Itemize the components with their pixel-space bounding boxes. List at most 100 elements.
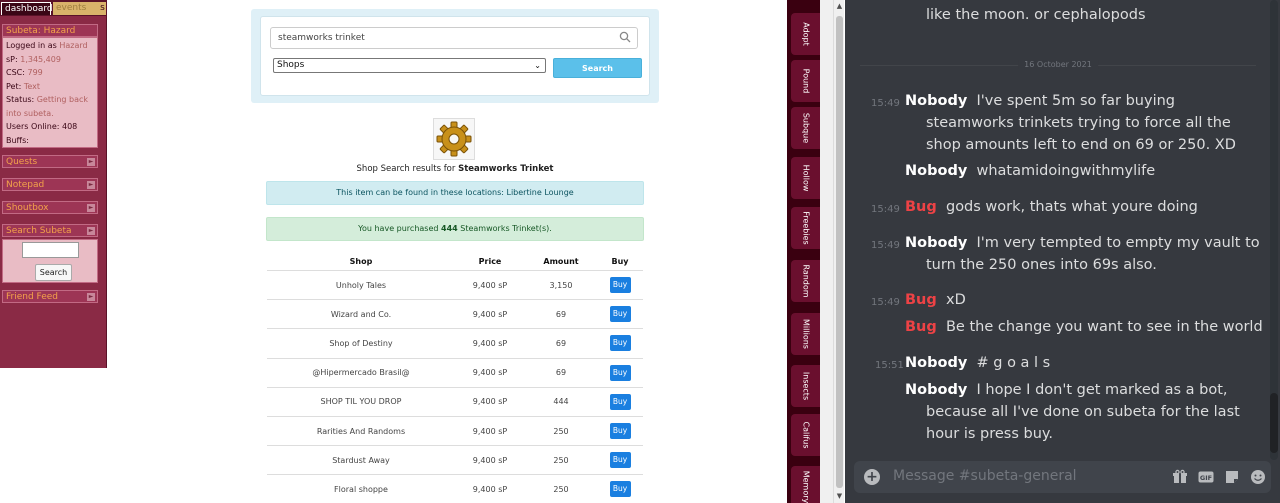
shoutbox-panel-header[interactable]: Shoutbox ► <box>2 201 98 214</box>
header-shop: Shop <box>349 256 373 266</box>
search-subeta-header[interactable]: Search Subeta ► <box>2 224 98 237</box>
message-author[interactable]: Nobody <box>905 355 967 371</box>
shop-search-card: steamworks trinket Shops ⌄ Search <box>251 9 659 103</box>
message-text: hour is press buy. <box>926 426 1054 442</box>
buy-button[interactable]: Buy <box>609 277 631 294</box>
table-header: Shop Price Amount Buy <box>267 252 643 271</box>
page-scrollbar[interactable]: ▲ ▼ <box>833 0 844 503</box>
gift-icon[interactable] <box>1172 469 1188 485</box>
expand-icon[interactable]: ► <box>87 204 95 212</box>
search-type-select[interactable]: Shops ⌄ <box>273 58 546 73</box>
shop-name: Shop of Destiny <box>329 338 393 348</box>
message-author[interactable]: Bug <box>905 292 937 308</box>
shop-search-form: steamworks trinket Shops ⌄ Search <box>260 16 650 96</box>
tab-dashboard[interactable]: dashboard <box>1 2 53 15</box>
expand-icon[interactable]: ► <box>87 158 95 166</box>
chat-scroll-thumb[interactable] <box>1270 393 1278 453</box>
scroll-thumb[interactable] <box>836 16 843 488</box>
message-text: I've spent 5m so far buying <box>976 93 1176 109</box>
table-row: Floral shoppe 9,400 sP 250 Buy <box>267 475 643 503</box>
scroll-up-icon[interactable]: ▲ <box>835 2 844 10</box>
quests-panel-header[interactable]: Quests ► <box>2 155 98 168</box>
table-row: Stardust Away 9,400 sP 250 Buy <box>267 446 643 476</box>
sidebar-search-input[interactable] <box>22 242 79 258</box>
expand-icon[interactable]: ► <box>87 293 95 301</box>
expand-icon[interactable]: ► <box>87 227 95 235</box>
notepad-panel-header[interactable]: Notepad ► <box>2 178 98 191</box>
screen: dashboard events s Subeta: Hazard Logged… <box>0 0 1280 503</box>
message-input[interactable]: Message #subeta-general <box>893 468 1077 484</box>
buy-button[interactable]: Buy <box>609 335 631 352</box>
username-link[interactable]: Hazard <box>59 41 87 50</box>
gear-icon <box>436 121 472 157</box>
shop-price: 9,400 sP <box>472 338 508 348</box>
svg-text:GIF: GIF <box>1200 474 1212 482</box>
buffs-line: Buffs: <box>6 135 29 145</box>
user-panel-header[interactable]: Subeta: Hazard <box>2 24 98 37</box>
status-line: Status: Getting back <box>6 95 89 104</box>
buy-button[interactable]: Buy <box>609 423 631 440</box>
sidebar-search-button[interactable]: Search <box>35 264 72 281</box>
emoji-icon[interactable] <box>1250 469 1266 485</box>
message-author[interactable]: Bug <box>905 199 937 215</box>
add-attachment-icon[interactable]: + <box>864 469 880 485</box>
expand-icon[interactable]: ► <box>87 181 95 189</box>
scroll-down-icon[interactable]: ▼ <box>835 492 844 500</box>
quick-link-pound[interactable]: Pound <box>791 60 820 102</box>
message-author[interactable]: Nobody <box>905 93 967 109</box>
quick-link-random[interactable]: Random <box>791 260 820 302</box>
buy-button[interactable]: Buy <box>609 481 631 498</box>
pet-line: Pet: Text <box>6 81 41 91</box>
tab-events[interactable]: events <box>53 2 99 15</box>
message-text: gods work, thats what youre doing <box>945 199 1198 215</box>
shop-results-table: Shop Price Amount Buy Unholy Tales 9,400… <box>267 252 643 503</box>
pet-link[interactable]: Text <box>24 82 40 91</box>
users-online-line: Users Online: 408 <box>6 122 78 131</box>
buy-button[interactable]: Buy <box>609 364 631 381</box>
message-author[interactable]: Nobody <box>905 382 967 398</box>
message-timestamp: 15:49 <box>871 98 900 109</box>
sidebar-tabs: dashboard events s <box>0 0 107 16</box>
message-text: whatamidoingwithmylife <box>976 163 1156 179</box>
message-author[interactable]: Bug <box>905 319 937 335</box>
header-price: Price <box>478 256 502 266</box>
buy-button[interactable]: Buy <box>609 393 631 410</box>
quick-link-califus[interactable]: Califus <box>791 414 820 456</box>
sticker-icon[interactable] <box>1224 469 1240 485</box>
shop-amount: 250 <box>553 426 569 436</box>
buy-button[interactable]: Buy <box>609 306 631 323</box>
chevron-down-icon: ⌄ <box>534 61 541 70</box>
user-panel-title: Subeta: Hazard <box>6 26 76 36</box>
message-text: because all I've done on subeta for the … <box>926 404 1240 420</box>
shop-amount: 444 <box>553 397 569 407</box>
message-author[interactable]: Nobody <box>905 163 967 179</box>
gif-icon[interactable]: GIF <box>1198 469 1214 485</box>
item-image <box>433 118 475 160</box>
tab-extra[interactable]: s <box>99 2 106 15</box>
message-author[interactable]: Nobody <box>905 235 967 251</box>
chat-scrollbar[interactable] <box>1270 0 1278 460</box>
message-text: I hope I don't get marked as a bot, <box>976 382 1228 398</box>
search-button[interactable]: Search <box>553 58 642 78</box>
quick-link-adopt[interactable]: Adopt <box>791 13 820 55</box>
quick-link-freebies[interactable]: Freebies <box>791 207 820 249</box>
quick-link-hollow[interactable]: Hollow <box>791 157 820 199</box>
item-search-input[interactable]: steamworks trinket <box>270 27 638 49</box>
table-row: @Hipermercado Brasil@ 9,400 sP 69 Buy <box>267 359 643 388</box>
item-name: Steamworks Trinket <box>458 164 554 174</box>
subeta-sidebar: dashboard events s Subeta: Hazard Logged… <box>0 0 107 368</box>
quick-link-memory[interactable]: Memory <box>791 466 820 503</box>
shop-name: Stardust Away <box>332 455 390 465</box>
quick-link-insects[interactable]: Insects <box>791 365 820 407</box>
quick-link-millions[interactable]: Millions <box>791 313 820 355</box>
friend-feed-header[interactable]: Friend Feed ► <box>2 290 98 303</box>
quick-link-subque[interactable]: Subque <box>791 107 820 149</box>
buy-button[interactable]: Buy <box>609 452 631 469</box>
quick-links-bar: Adopt Pound Subque Hollow Freebies Rando… <box>787 0 820 503</box>
message-text: steamworks trinkets trying to force all … <box>926 115 1231 131</box>
shop-name: @Hipermercado Brasil@ <box>312 368 410 378</box>
message-text: Be the change you want to see in the wor… <box>945 319 1263 335</box>
shop-amount: 250 <box>553 455 569 465</box>
table-row: Shop of Destiny 9,400 sP 69 Buy <box>267 329 643 359</box>
shop-price: 9,400 sP <box>472 309 508 319</box>
